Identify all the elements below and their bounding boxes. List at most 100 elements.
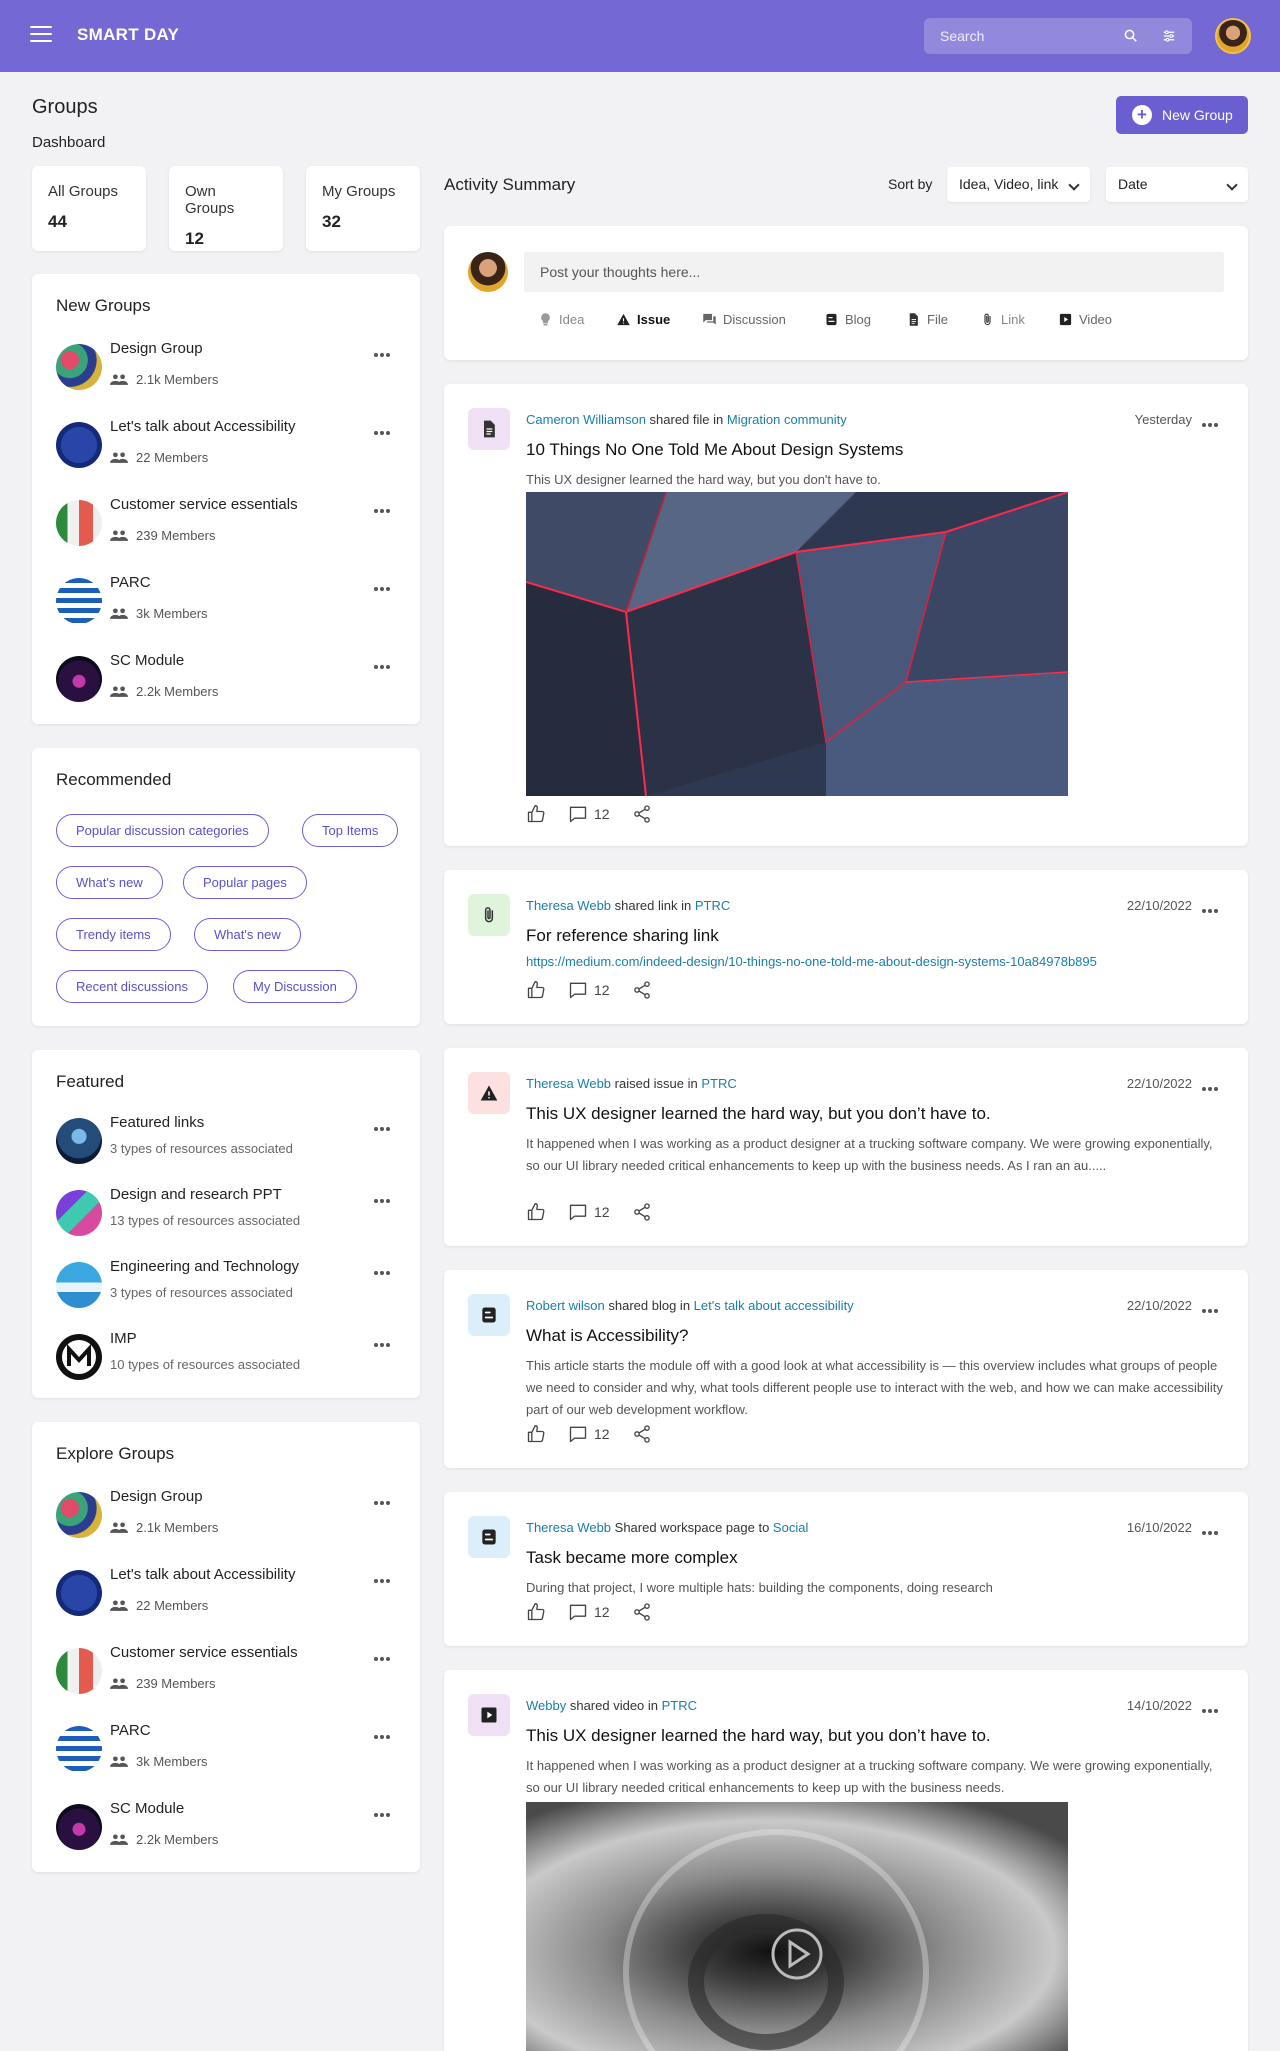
- featured-name[interactable]: Featured links: [110, 1114, 204, 1131]
- more-icon[interactable]: [374, 1334, 396, 1347]
- post-author[interactable]: Robert wilson: [526, 1298, 605, 1313]
- post-input[interactable]: [524, 252, 1224, 292]
- more-icon[interactable]: [374, 656, 396, 669]
- more-icon[interactable]: [1202, 1700, 1224, 1713]
- stat-card-own-groups[interactable]: Own Groups 12: [169, 166, 283, 251]
- post-title[interactable]: For reference sharing link: [526, 926, 719, 946]
- search-input[interactable]: [924, 18, 1114, 54]
- sort-type-select[interactable]: Idea, Video, link: [947, 167, 1090, 202]
- post-target[interactable]: Social: [773, 1520, 808, 1535]
- recommended-chip[interactable]: Popular pages: [183, 866, 307, 899]
- comment-button[interactable]: 12: [568, 1202, 610, 1222]
- recommended-chip[interactable]: What's new: [56, 866, 163, 899]
- group-name[interactable]: PARC: [110, 1722, 151, 1739]
- featured-name[interactable]: Design and research PPT: [110, 1186, 282, 1203]
- post-target[interactable]: PTRC: [662, 1698, 697, 1713]
- more-icon[interactable]: [1202, 1522, 1224, 1535]
- comment-button[interactable]: 12: [568, 1424, 610, 1444]
- date-select[interactable]: Date: [1106, 167, 1248, 202]
- post-type-video[interactable]: Video: [1058, 312, 1112, 327]
- post-type-idea[interactable]: Idea: [538, 312, 584, 327]
- like-button[interactable]: [526, 980, 546, 1000]
- more-icon[interactable]: [374, 1726, 396, 1739]
- recommended-chip[interactable]: Trendy items: [56, 918, 171, 951]
- featured-item[interactable]: Engineering and Technology 3 types of re…: [56, 1258, 396, 1310]
- recommended-chip[interactable]: Recent discussions: [56, 970, 208, 1003]
- group-item[interactable]: Design Group 2.1k Members: [56, 1488, 396, 1540]
- more-icon[interactable]: [374, 1492, 396, 1505]
- post-type-file[interactable]: File: [906, 312, 948, 327]
- group-item[interactable]: Design Group 2.1k Members: [56, 340, 396, 392]
- post-title[interactable]: 10 Things No One Told Me About Design Sy…: [526, 440, 903, 460]
- more-icon[interactable]: [374, 500, 396, 513]
- post-type-discussion[interactable]: Discussion: [702, 312, 786, 327]
- more-icon[interactable]: [374, 1648, 396, 1661]
- group-name[interactable]: SC Module: [110, 652, 184, 669]
- group-name[interactable]: Design Group: [110, 1488, 203, 1505]
- breadcrumb[interactable]: Dashboard: [32, 134, 105, 151]
- recommended-chip[interactable]: Popular discussion categories: [56, 814, 269, 847]
- post-author[interactable]: Theresa Webb: [526, 1076, 611, 1091]
- featured-item[interactable]: Design and research PPT 13 types of reso…: [56, 1186, 396, 1238]
- post-target[interactable]: Migration community: [727, 412, 847, 427]
- user-avatar[interactable]: [1215, 18, 1251, 54]
- post-image[interactable]: [526, 492, 1068, 796]
- group-item[interactable]: PARC 3k Members: [56, 574, 396, 626]
- recommended-chip[interactable]: My Discussion: [233, 970, 357, 1003]
- group-name[interactable]: Customer service essentials: [110, 496, 298, 513]
- post-type-issue[interactable]: Issue: [616, 312, 670, 327]
- more-icon[interactable]: [374, 344, 396, 357]
- stat-card-all-groups[interactable]: All Groups 44: [32, 166, 146, 251]
- recommended-chip[interactable]: Top Items: [302, 814, 399, 847]
- post-author[interactable]: Cameron Williamson: [526, 412, 646, 427]
- featured-item[interactable]: IMP 10 types of resources associated: [56, 1330, 396, 1382]
- group-item[interactable]: SC Module 2.2k Members: [56, 652, 396, 704]
- group-item[interactable]: Let's talk about Accessibility 22 Member…: [56, 418, 396, 470]
- post-type-blog[interactable]: Blog: [824, 312, 871, 327]
- more-icon[interactable]: [374, 578, 396, 591]
- share-button[interactable]: [632, 804, 652, 824]
- like-button[interactable]: [526, 1424, 546, 1444]
- more-icon[interactable]: [374, 1804, 396, 1817]
- more-icon[interactable]: [1202, 1078, 1224, 1091]
- post-type-link[interactable]: Link: [980, 312, 1025, 327]
- share-button[interactable]: [632, 980, 652, 1000]
- more-icon[interactable]: [374, 1118, 396, 1131]
- featured-name[interactable]: Engineering and Technology: [110, 1258, 299, 1275]
- share-button[interactable]: [632, 1424, 652, 1444]
- group-name[interactable]: Customer service essentials: [110, 1644, 298, 1661]
- post-author[interactable]: Theresa Webb: [526, 1520, 611, 1535]
- featured-name[interactable]: IMP: [110, 1330, 137, 1347]
- post-title[interactable]: This UX designer learned the hard way, b…: [526, 1726, 991, 1746]
- group-name[interactable]: PARC: [110, 574, 151, 591]
- filter-icon[interactable]: [1160, 27, 1178, 45]
- post-video[interactable]: [526, 1802, 1068, 2051]
- post-title[interactable]: What is Accessibility?: [526, 1326, 689, 1346]
- comment-button[interactable]: 12: [568, 1602, 610, 1622]
- more-icon[interactable]: [374, 1190, 396, 1203]
- post-author[interactable]: Theresa Webb: [526, 898, 611, 913]
- more-icon[interactable]: [1202, 1300, 1224, 1313]
- more-icon[interactable]: [1202, 900, 1224, 913]
- group-name[interactable]: Let's talk about Accessibility: [110, 1566, 295, 1583]
- like-button[interactable]: [526, 1202, 546, 1222]
- post-author[interactable]: Webby: [526, 1698, 566, 1713]
- like-button[interactable]: [526, 804, 546, 824]
- share-button[interactable]: [632, 1202, 652, 1222]
- group-name[interactable]: SC Module: [110, 1800, 184, 1817]
- post-target[interactable]: PTRC: [695, 898, 730, 913]
- like-button[interactable]: [526, 1602, 546, 1622]
- group-item[interactable]: Let's talk about Accessibility 22 Member…: [56, 1566, 396, 1618]
- stat-card-my-groups[interactable]: My Groups 32: [306, 166, 420, 251]
- group-name[interactable]: Design Group: [110, 340, 203, 357]
- share-button[interactable]: [632, 1602, 652, 1622]
- comment-button[interactable]: 12: [568, 804, 610, 824]
- group-item[interactable]: Customer service essentials 239 Members: [56, 496, 396, 548]
- featured-item[interactable]: Featured links 3 types of resources asso…: [56, 1114, 396, 1166]
- more-icon[interactable]: [1202, 414, 1224, 427]
- post-target[interactable]: Let's talk about accessibility: [694, 1298, 854, 1313]
- more-icon[interactable]: [374, 1262, 396, 1275]
- group-item[interactable]: Customer service essentials 239 Members: [56, 1644, 396, 1696]
- new-group-button[interactable]: + New Group: [1116, 96, 1248, 134]
- group-item[interactable]: PARC 3k Members: [56, 1722, 396, 1774]
